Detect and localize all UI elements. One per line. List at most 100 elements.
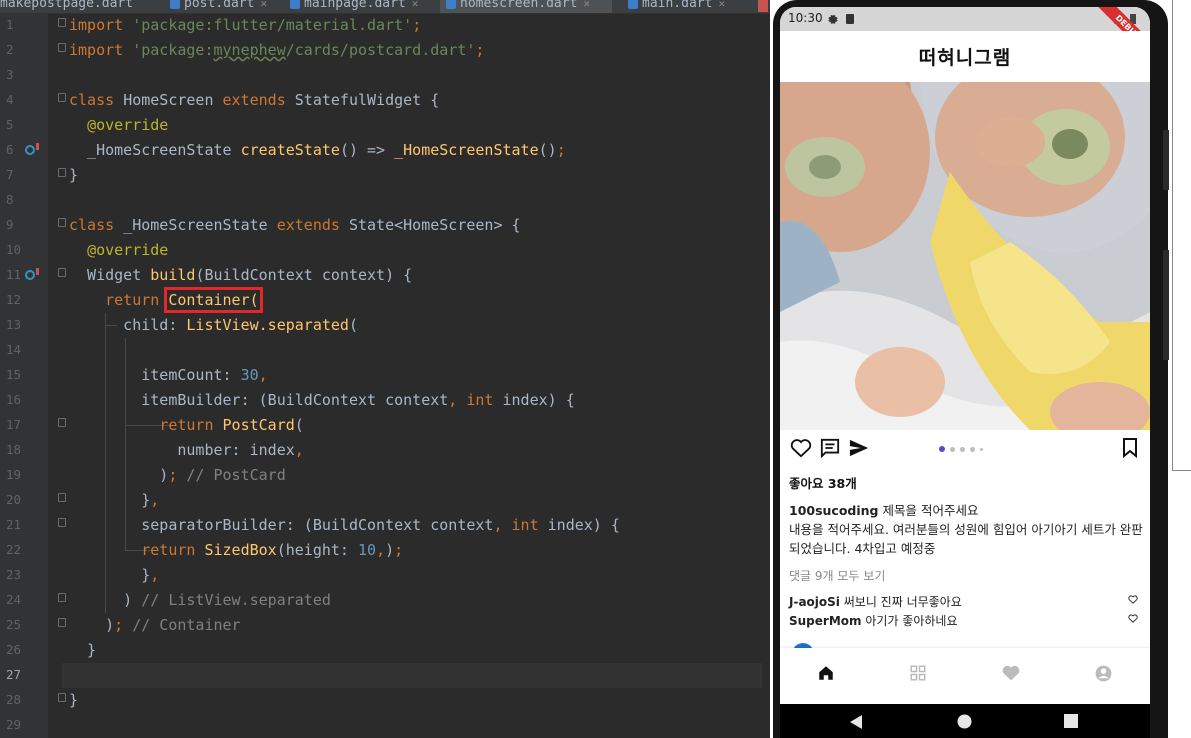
heart-outline-icon[interactable] xyxy=(790,438,812,458)
fold-marker[interactable] xyxy=(58,168,66,177)
post-photo[interactable] xyxy=(780,82,1150,430)
line-number: 26 xyxy=(6,642,22,657)
carousel-dot-active[interactable] xyxy=(939,446,945,452)
more-tabs-icon[interactable] xyxy=(758,0,768,12)
app-bar: 떠혀니그램 xyxy=(780,31,1150,82)
comment-like-icon[interactable] xyxy=(1128,614,1138,623)
code-line-2: import 'package:mynephew/cards/postcard.… xyxy=(69,41,485,59)
back-icon[interactable] xyxy=(849,714,863,730)
line-number: 4 xyxy=(6,92,14,107)
app-title: 떠혀니그램 xyxy=(918,47,1012,69)
carousel-dot[interactable] xyxy=(960,447,965,452)
close-icon[interactable]: ✕ xyxy=(583,0,590,10)
likes-count: 좋아요 38개 xyxy=(789,476,857,491)
post-title: 제목을 적어주세요 xyxy=(882,503,979,518)
system-navigation-bar xyxy=(780,704,1150,738)
fold-marker[interactable] xyxy=(58,593,66,602)
fold-marker[interactable] xyxy=(58,418,66,427)
highlighted-container-token: Container( xyxy=(164,287,263,313)
comment-username[interactable]: SuperMom xyxy=(789,614,862,628)
fold-marker[interactable] xyxy=(58,493,66,502)
code-area[interactable]: import 'package:flutter/material.dart'; … xyxy=(58,13,770,738)
code-line-11: Widget build(BuildContext context) { xyxy=(69,266,413,284)
code-line-18: number: index, xyxy=(69,441,304,459)
send-icon[interactable] xyxy=(848,438,870,458)
comment-item: J-aojoSi 써보니 진짜 너무좋아요 xyxy=(789,593,1144,610)
code-line-10: @override xyxy=(87,241,169,259)
comment-username[interactable]: J-aojoSi xyxy=(789,595,840,609)
close-icon[interactable]: ✕ xyxy=(412,0,419,10)
line-number: 17 xyxy=(6,417,22,432)
carousel-dot[interactable] xyxy=(970,447,975,452)
line-number: 3 xyxy=(6,67,14,82)
line-number-gutter: 1 2 3 4 5 6 7 8 9 10 11 12 13 14 15 16 17 18 19 20 21 22 23 24 2… xyxy=(0,13,48,738)
line-number: 14 xyxy=(6,342,22,357)
dart-file-icon xyxy=(170,0,180,9)
close-icon[interactable]: ✕ xyxy=(718,0,725,10)
tab-makepostpage[interactable]: makepostpage.dart xyxy=(0,0,133,13)
code-line-20: }, xyxy=(69,491,160,509)
line-number: 16 xyxy=(6,392,22,407)
fold-marker[interactable] xyxy=(58,693,66,702)
dart-file-icon xyxy=(290,0,300,9)
post-caption: 100sucoding 제목을 적어주세요 내용을 적어주세요. 여러분들의 성… xyxy=(789,501,1144,558)
fold-marker[interactable] xyxy=(58,268,66,277)
tab-mainpage[interactable]: mainpage.dart ✕ xyxy=(290,0,418,13)
comment-like-icon[interactable] xyxy=(1128,595,1138,604)
tab-post[interactable]: post.dart ✕ xyxy=(170,0,267,13)
line-number: 2 xyxy=(6,42,14,57)
tab-main[interactable]: main.dart ✕ xyxy=(628,0,725,13)
fold-marker[interactable] xyxy=(58,18,66,27)
carousel-dot[interactable] xyxy=(980,448,983,451)
code-line-6: _HomeScreenState createState() => _HomeS… xyxy=(69,141,566,159)
code-line-25: ); // Container xyxy=(69,616,241,634)
fold-marker[interactable] xyxy=(58,93,66,102)
dart-file-icon xyxy=(628,0,638,9)
line-number: 9 xyxy=(6,217,14,232)
bookmark-icon[interactable] xyxy=(1122,438,1138,458)
home-nav-icon[interactable] xyxy=(957,714,972,729)
fold-marker[interactable] xyxy=(58,618,66,627)
override-gutter-icon[interactable] xyxy=(25,268,39,280)
home-icon[interactable] xyxy=(817,664,835,682)
line-number: 8 xyxy=(6,192,14,207)
sim-icon xyxy=(846,14,854,24)
fold-marker[interactable] xyxy=(58,43,66,52)
code-line-5: @override xyxy=(87,116,169,134)
line-number: 29 xyxy=(6,717,22,732)
line-number: 20 xyxy=(6,492,22,507)
carousel-dot[interactable] xyxy=(950,447,955,452)
code-line-16: itemBuilder: (BuildContext context, int … xyxy=(69,391,575,409)
line-number: 28 xyxy=(6,692,22,707)
close-icon[interactable]: ✕ xyxy=(260,0,267,10)
comment-icon[interactable] xyxy=(819,438,841,458)
override-gutter-icon[interactable] xyxy=(25,143,39,155)
account-icon[interactable] xyxy=(1094,664,1113,683)
grid-icon[interactable] xyxy=(909,664,927,682)
volume-button[interactable] xyxy=(1163,250,1169,360)
tab-homescreen[interactable]: homescreen.dart ✕ xyxy=(440,0,612,13)
side-panel xyxy=(1172,0,1191,471)
post-username[interactable]: 100sucoding xyxy=(789,503,879,518)
code-line-15: itemCount: 30, xyxy=(69,366,268,384)
fold-marker[interactable] xyxy=(58,218,66,227)
line-number: 21 xyxy=(6,517,22,532)
fold-marker[interactable] xyxy=(58,518,66,527)
view-all-comments-link[interactable]: 댓글 9개 모두 보기 xyxy=(789,567,885,584)
line-number: 7 xyxy=(6,167,14,182)
phone-screen: 10:30 DEBUG 떠혀니그램 좋아요 38개 100sucoding 제목… xyxy=(780,7,1150,738)
heart-icon[interactable] xyxy=(1001,664,1021,682)
code-line-26: } xyxy=(69,641,97,659)
status-time: 10:30 xyxy=(788,11,823,25)
line-number: 24 xyxy=(6,592,22,607)
line-number: 27 xyxy=(6,667,22,682)
recents-icon[interactable] xyxy=(1064,714,1078,728)
code-line-23: }, xyxy=(69,566,160,584)
line-number: 15 xyxy=(6,367,22,382)
current-line-highlight xyxy=(62,663,762,688)
code-line-13: child: ListView.separated( xyxy=(69,316,358,334)
line-number: 5 xyxy=(6,117,14,132)
bottom-navigation xyxy=(780,648,1150,704)
comment-text: 아기가 좋아하네요 xyxy=(865,614,958,628)
power-button[interactable] xyxy=(1163,130,1169,190)
